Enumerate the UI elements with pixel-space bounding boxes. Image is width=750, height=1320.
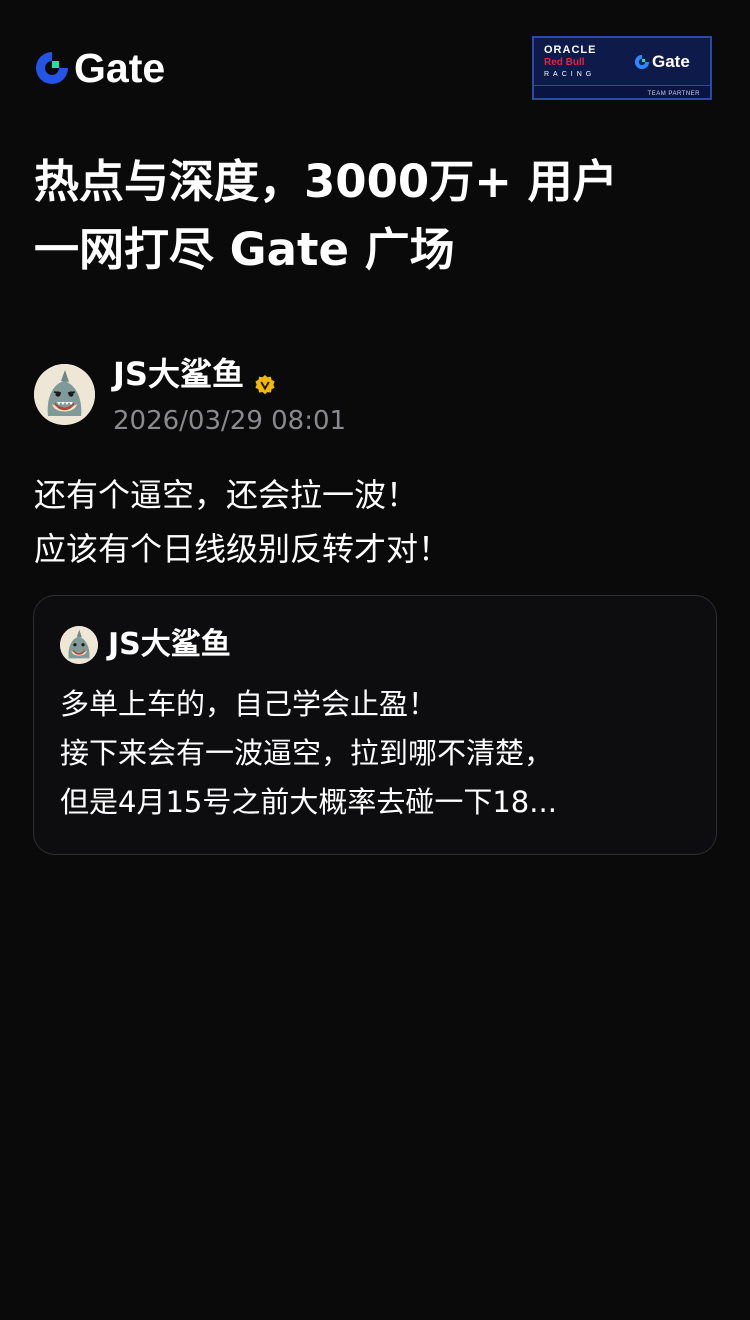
gate-logo: Gate	[34, 46, 165, 90]
quoted-post-card[interactable]: JS大鲨鱼 多单上车的，自己学会止盈！ 接下来会有一波逼空，拉到哪不清楚， 但是…	[33, 595, 717, 855]
verified-badge-icon	[254, 363, 276, 395]
quoted-author-name: JS大鲨鱼	[108, 627, 231, 662]
partner-gate-text: Gate	[652, 52, 690, 71]
post-timestamp: 2026/03/29 08:01	[113, 406, 347, 436]
partner-gate-icon	[634, 54, 650, 70]
partner-racing-text: RACING	[544, 71, 596, 78]
gate-logo-icon	[34, 50, 70, 86]
quoted-post-text: 多单上车的，自己学会止盈！ 接下来会有一波逼空，拉到哪不清楚， 但是4月15号之…	[60, 680, 700, 827]
post-body: 还有个逼空，还会拉一波！ 应该有个日线级别反转才对！	[34, 468, 724, 576]
shark-avatar-icon	[34, 364, 95, 425]
quoted-post-line-1: 多单上车的，自己学会止盈！	[60, 687, 438, 721]
quoted-post-line-3: 但是4月15号之前大概率去碰一下18...	[60, 785, 557, 819]
page-headline: 热点与深度，3000万+ 用户 一网打尽 Gate 广场	[34, 148, 724, 284]
post-body-line-1: 还有个逼空，还会拉一波！	[34, 476, 419, 514]
partner-footer: TEAM PARTNER	[534, 85, 710, 98]
shark-avatar-icon	[60, 626, 98, 664]
quoted-author-avatar	[60, 626, 98, 664]
author-avatar[interactable]	[34, 364, 95, 425]
gate-logo-text: Gate	[74, 45, 166, 91]
team-partner-badge: ORACLE Red Bull RACING Gate TEAM PARTNER	[532, 36, 712, 100]
headline-line-1: 热点与深度，3000万+ 用户	[34, 155, 618, 208]
partner-oracle-text: ORACLE	[544, 44, 597, 56]
partner-redbull-text: Red Bull	[544, 57, 585, 68]
partner-footer-text: TEAM PARTNER	[647, 91, 700, 97]
post-body-line-2: 应该有个日线级别反转才对！	[34, 530, 451, 568]
quoted-post-line-2: 接下来会有一波逼空，拉到哪不清楚，	[60, 736, 554, 770]
headline-line-2: 一网打尽 Gate 广场	[34, 223, 455, 276]
author-name-text: JS大鲨鱼	[113, 355, 244, 393]
partner-gate-logo: Gate	[634, 52, 690, 72]
author-name[interactable]: JS大鲨鱼	[113, 352, 276, 396]
